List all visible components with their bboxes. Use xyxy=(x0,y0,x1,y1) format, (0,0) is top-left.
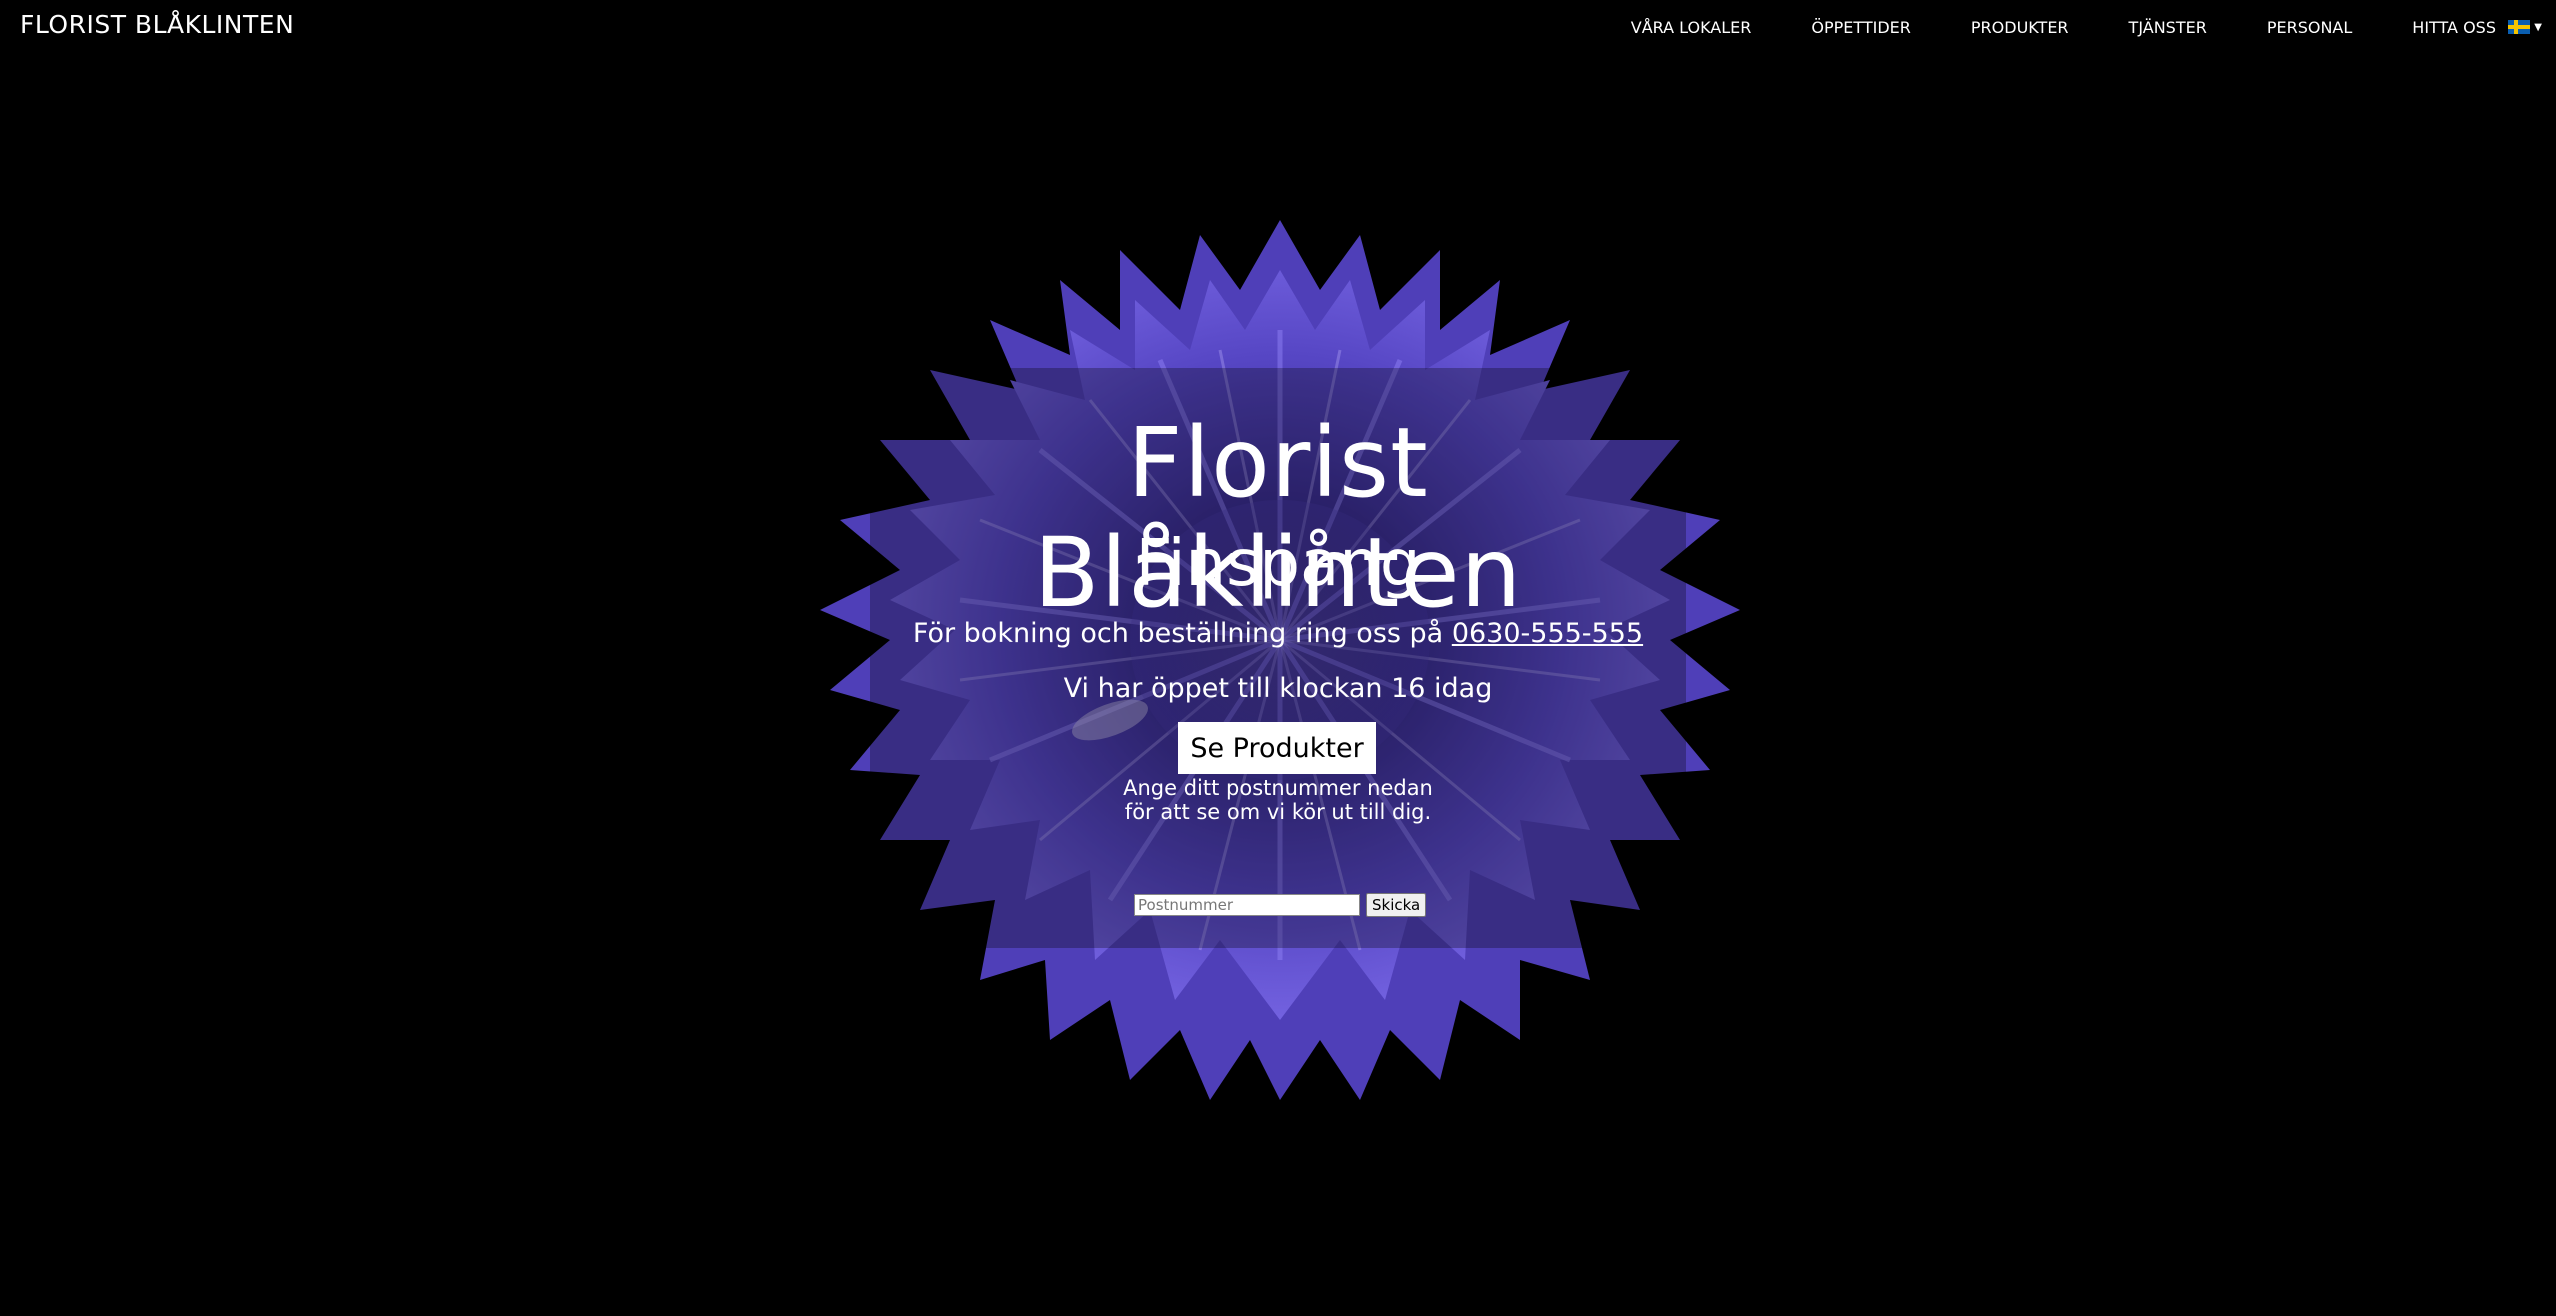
nav-link-vara-lokaler[interactable]: VÅRA LOKALER xyxy=(1631,18,1752,37)
booking-info: För bokning och beställning ring oss på … xyxy=(870,618,1686,649)
opening-hours-text: Vi har öppet till klockan 16 idag xyxy=(1063,673,1493,704)
hero-panel: Florist Blåklinten Finspång För bokning … xyxy=(870,368,1686,948)
postcode-submit-button[interactable]: Skicka xyxy=(1366,893,1427,917)
top-navigation-bar: FLORIST BLÅKLINTEN VÅRA LOKALER ÖPPETTID… xyxy=(0,0,2556,56)
main-navigation: VÅRA LOKALER ÖPPETTIDER PRODUKTER TJÄNST… xyxy=(1571,18,2496,37)
swedish-flag-icon xyxy=(2508,20,2531,34)
postcode-input[interactable] xyxy=(1134,894,1360,916)
postcode-form: Skicka xyxy=(1134,893,1427,917)
see-products-button[interactable]: Se Produkter xyxy=(1178,722,1376,774)
language-selector[interactable]: ▼ xyxy=(2508,20,2542,34)
nav-link-oppettider[interactable]: ÖPPETTIDER xyxy=(1811,18,1911,37)
delivery-info-line-1: Ange ditt postnummer nedan xyxy=(1123,776,1433,800)
nav-link-personal[interactable]: PERSONAL xyxy=(2267,18,2352,37)
nav-link-tjanster[interactable]: TJÄNSTER xyxy=(2129,18,2207,37)
hero-subtitle: Finspång xyxy=(1135,527,1421,601)
booking-text: För bokning och beställning ring oss på xyxy=(912,618,1444,649)
phone-link[interactable]: 0630-555-555 xyxy=(1452,618,1643,649)
caret-down-icon: ▼ xyxy=(2534,21,2542,33)
nav-link-produkter[interactable]: PRODUKTER xyxy=(1971,18,2069,37)
brand-logo-link[interactable]: FLORIST BLÅKLINTEN xyxy=(20,10,294,39)
delivery-info-line-2: för att se om vi kör ut till dig. xyxy=(1124,800,1432,824)
nav-link-hitta-oss[interactable]: HITTA OSS xyxy=(2412,18,2496,37)
page: FLORIST BLÅKLINTEN VÅRA LOKALER ÖPPETTID… xyxy=(0,0,2556,1316)
delivery-info: Ange ditt postnummer nedan för att se om… xyxy=(870,776,1686,824)
